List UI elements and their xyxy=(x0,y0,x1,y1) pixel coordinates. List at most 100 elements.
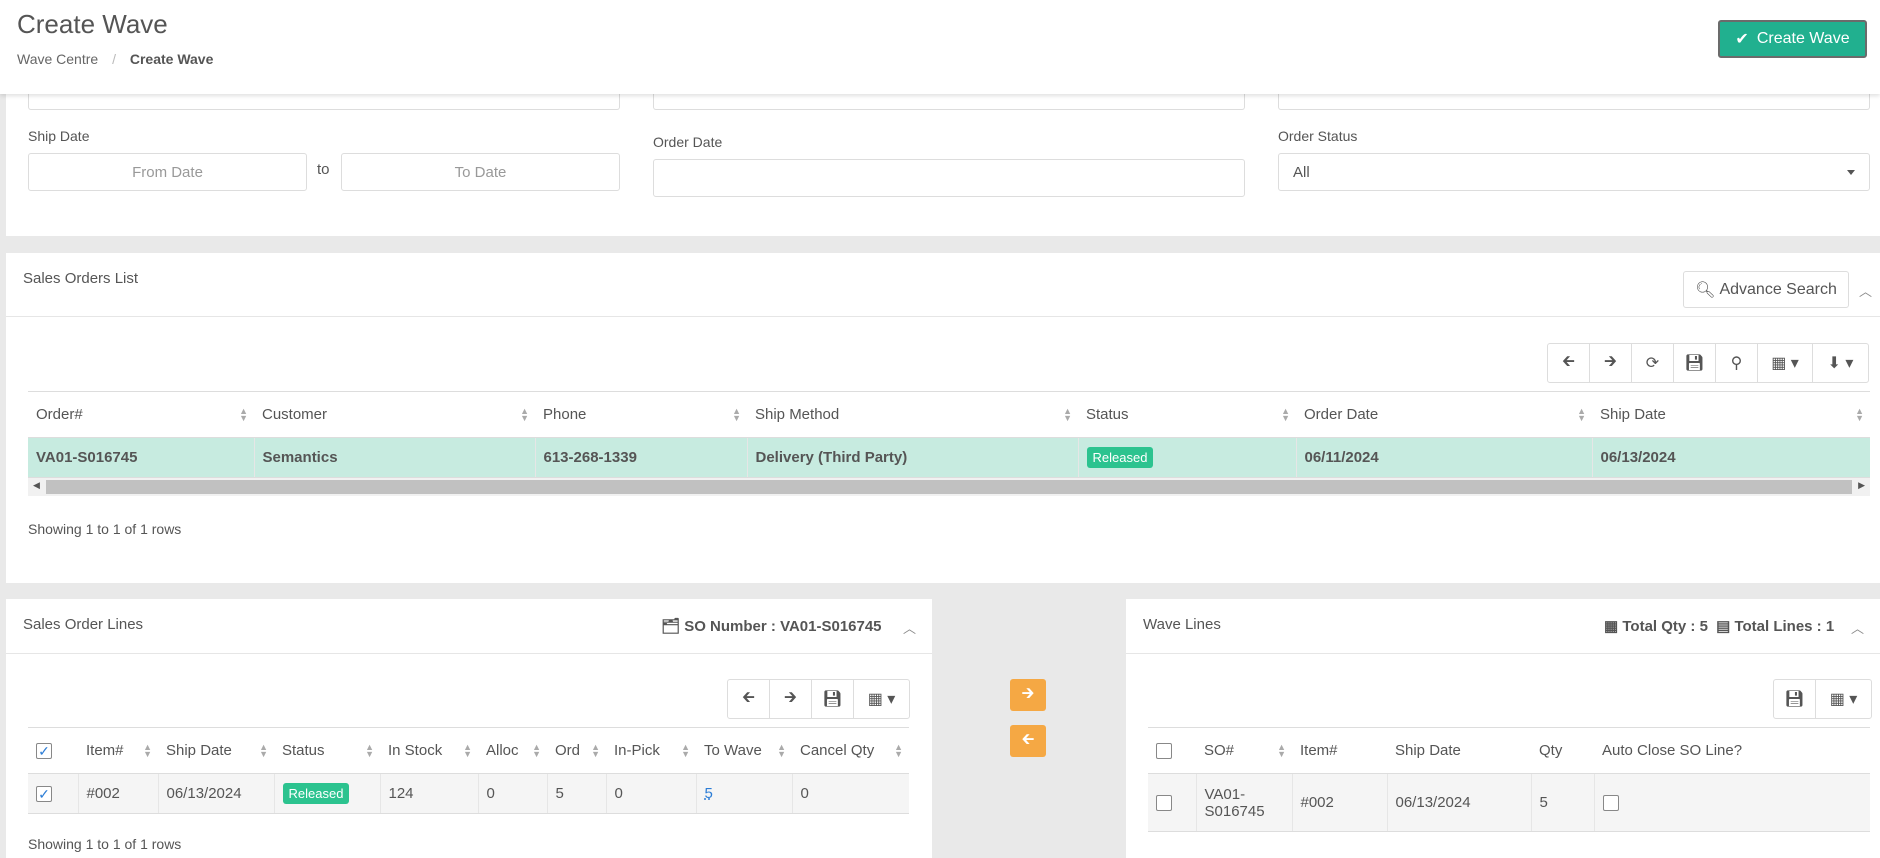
next-arrow-icon[interactable]: 🡲 xyxy=(1590,344,1632,382)
so-number-info: 🗂︎ SO Number : VA01-S016745 xyxy=(661,617,882,635)
order-status-select[interactable]: All xyxy=(1278,153,1870,191)
scrollbar-thumb[interactable] xyxy=(46,480,1852,494)
col-so[interactable]: SO# ▲ ▼ xyxy=(1196,727,1292,774)
cell-ord: 5 xyxy=(547,773,607,814)
to-wave-editable[interactable]: 5 xyxy=(705,785,713,802)
order-status-label: Order Status xyxy=(1278,128,1358,144)
cell-ship-date: 06/13/2024 xyxy=(1387,773,1532,832)
scroll-left-icon[interactable]: ◀ xyxy=(33,480,40,491)
cell-order-date: 06/11/2024 xyxy=(1296,437,1593,478)
collapse-chevron-up-icon[interactable]: ︿ xyxy=(1859,281,1872,300)
breadcrumb-current: Create Wave xyxy=(129,51,214,67)
col-order[interactable]: Order# ▲ ▼ xyxy=(28,391,254,438)
collapse-chevron-up-icon[interactable]: ︿ xyxy=(903,618,916,637)
from-date-input[interactable]: From Date xyxy=(28,153,307,191)
collapse-chevron-up-icon[interactable]: ︿ xyxy=(1851,618,1864,637)
cell-alloc: 0 xyxy=(478,773,548,814)
order-date-input[interactable] xyxy=(653,159,1245,197)
sales-orders-table: Order# ▲ ▼ Customer ▲ ▼ Phone ▲ ▼ Ship Method ▲… xyxy=(28,391,1870,478)
prev-arrow-icon[interactable]: 🡰 xyxy=(728,680,770,718)
date-range-separator: to xyxy=(317,161,330,178)
save-icon[interactable]: 💾︎ xyxy=(1774,680,1816,718)
row-checkbox[interactable] xyxy=(1156,795,1172,812)
move-right-button[interactable]: 🡲 xyxy=(1010,679,1046,711)
auto-close-checkbox[interactable] xyxy=(1602,795,1619,812)
col-order-date[interactable]: Order Date ▲ ▼ xyxy=(1296,391,1592,438)
refresh-icon[interactable]: ⟳ xyxy=(1632,344,1674,382)
col-select-all[interactable] xyxy=(1148,727,1196,774)
col-status[interactable]: Status ▲ ▼ xyxy=(274,727,380,774)
col-ord[interactable]: Ord ▲ ▼ xyxy=(547,727,606,774)
so-lines-pagination-info: Showing 1 to 1 of 1 rows xyxy=(28,836,182,852)
move-left-button[interactable]: 🡰 xyxy=(1010,725,1046,757)
save-icon[interactable]: 💾︎ xyxy=(812,680,854,718)
col-item[interactable]: Item# ▲ ▼ xyxy=(78,727,158,774)
orders-pagination-info: Showing 1 to 1 of 1 rows xyxy=(28,521,182,537)
col-ship-date: Ship Date xyxy=(1387,727,1531,774)
col-qty: Qty xyxy=(1531,727,1594,774)
columns-grid-icon[interactable]: ▦ ▾ xyxy=(1758,344,1813,382)
col-phone[interactable]: Phone ▲ ▼ xyxy=(535,391,747,438)
table-row[interactable]: VA01- S016745 #002 06/13/2024 5 xyxy=(1148,773,1870,832)
wave-lines-toolbar: 💾︎ ▦ ▾ xyxy=(1773,679,1872,719)
panel-divider xyxy=(1126,653,1880,654)
save-icon[interactable]: 💾︎ xyxy=(1674,344,1716,382)
prev-arrow-icon[interactable]: 🡰 xyxy=(1548,344,1590,382)
breadcrumb-separator: / xyxy=(112,51,116,67)
server-icon: ▤ xyxy=(1716,618,1731,635)
cell-so: VA01- S016745 xyxy=(1196,773,1293,832)
select-all-checkbox[interactable]: ✓ xyxy=(36,743,52,760)
columns-grid-icon[interactable]: ▦ ▾ xyxy=(1816,680,1871,718)
col-to-wave[interactable]: To Wave ▲ ▼ xyxy=(696,727,792,774)
scroll-right-icon[interactable]: ▶ xyxy=(1858,480,1865,491)
arrow-right-icon: 🡲 xyxy=(1021,684,1035,702)
status-badge: Released xyxy=(282,783,350,804)
advance-search-button[interactable]: 🔍︎ Advance Search xyxy=(1683,271,1849,308)
create-wave-label: Create Wave xyxy=(1756,30,1850,47)
advance-search-label: Advance Search xyxy=(1719,280,1837,298)
horizontal-scrollbar[interactable]: ◀ ▶ xyxy=(28,478,1870,496)
table-row[interactable]: VA01-S016745 Semantics 613-268-1339 Deli… xyxy=(28,437,1870,478)
col-ship-date[interactable]: Ship Date ▲ ▼ xyxy=(1592,391,1870,438)
total-qty-text: Total Qty : 5 xyxy=(1622,618,1708,635)
col-customer[interactable]: Customer ▲ ▼ xyxy=(254,391,535,438)
arrow-left-icon: 🡰 xyxy=(1021,730,1035,748)
cell-checkbox xyxy=(1148,773,1197,832)
sales-orders-title: Sales Orders List xyxy=(23,270,139,287)
col-alloc[interactable]: Alloc ▲ ▼ xyxy=(478,727,547,774)
columns-grid-icon[interactable]: ▦ ▾ xyxy=(854,680,909,718)
order-status-value: All xyxy=(1293,163,1310,181)
status-badge: Released xyxy=(1086,447,1154,468)
chevron-down-icon xyxy=(1847,169,1855,175)
cell-item: #002 xyxy=(78,773,159,814)
col-in-stock[interactable]: In Stock ▲ ▼ xyxy=(380,727,478,774)
col-ship-date[interactable]: Ship Date ▲ ▼ xyxy=(158,727,274,774)
col-status[interactable]: Status ▲ ▼ xyxy=(1078,391,1296,438)
create-wave-button[interactable]: ✔ Create Wave xyxy=(1718,20,1867,58)
panel-divider xyxy=(6,316,1880,317)
breadcrumb-wave-centre[interactable]: Wave Centre xyxy=(17,51,98,67)
table-row[interactable]: ✓ #002 06/13/2024 Released 124 0 5 0 5 0 xyxy=(28,773,909,814)
page-header: Create Wave Wave Centre / Create Wave ✔ … xyxy=(0,0,1880,94)
col-in-pick[interactable]: In-Pick ▲ ▼ xyxy=(606,727,696,774)
cell-auto-close xyxy=(1594,773,1870,832)
row-checkbox[interactable]: ✓ xyxy=(36,786,52,803)
breadcrumb: Wave Centre / Create Wave xyxy=(17,51,213,67)
col-item: Item# xyxy=(1292,727,1387,774)
cell-status: Released xyxy=(274,773,381,814)
cell-in-pick: 0 xyxy=(606,773,697,814)
col-cancel-qty[interactable]: Cancel Qty ▲ ▼ xyxy=(792,727,909,774)
col-ship-method[interactable]: Ship Method ▲ ▼ xyxy=(747,391,1078,438)
search-icon: 🔍︎ xyxy=(1695,281,1716,299)
download-icon[interactable]: ⬇ ▾ xyxy=(1813,344,1868,382)
to-date-input[interactable]: To Date xyxy=(341,153,620,191)
next-arrow-icon[interactable]: 🡲 xyxy=(770,680,812,718)
cell-in-stock: 124 xyxy=(380,773,479,814)
cell-customer: Semantics xyxy=(254,437,536,478)
select-all-checkbox[interactable] xyxy=(1156,743,1172,760)
cell-ship-date: 06/13/2024 xyxy=(1592,437,1870,478)
wave-totals: ▦ Total Qty : 5 ▤ Total Lines : 1 xyxy=(1604,617,1834,635)
col-select-all[interactable]: ✓ xyxy=(28,727,78,774)
wave-lines-table: SO# ▲ ▼ Item# Ship Date Qty Auto Close SO … xyxy=(1148,727,1870,832)
search-icon[interactable]: ⚲ xyxy=(1716,344,1758,382)
